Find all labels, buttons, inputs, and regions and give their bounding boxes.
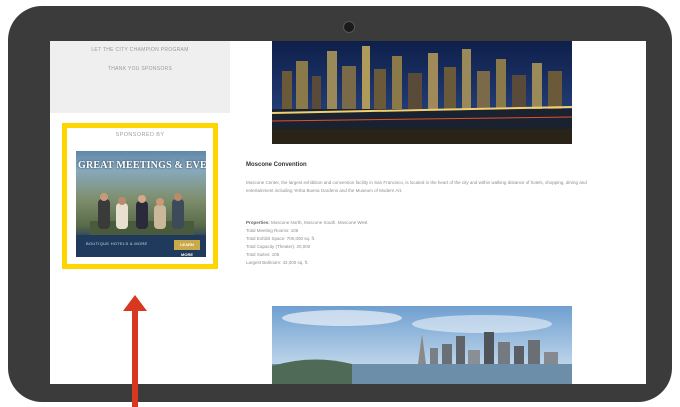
stat-exhibit-space: Total Exhibit Space: 700,000 sq. ft. — [246, 236, 316, 241]
intro-paragraph: Moscone Center, the largest exhibition a… — [246, 179, 626, 195]
tablet-frame: LET THE CITY CHAMPION PROGRAM THANK YOU … — [8, 6, 672, 402]
intro-line-2: entertainment including Yerba Buena Gard… — [246, 188, 403, 193]
properties-value: Moscone North, Moscone South, Moscone We… — [271, 220, 368, 225]
sidebar-link-program[interactable]: LET THE CITY CHAMPION PROGRAM — [80, 47, 200, 54]
ad-logo: BOUTIQUE HOTELS & MORE — [86, 241, 148, 246]
properties-line: Properties: Moscone North, Moscone South… — [246, 219, 626, 227]
sidebar-menu: LET THE CITY CHAMPION PROGRAM THANK YOU … — [50, 41, 230, 113]
arrow-up-icon — [123, 295, 147, 407]
people-photo — [90, 193, 194, 235]
stat-suites: Total Suites: 106 — [246, 252, 280, 257]
sponsor-highlight-box: SPONSORED BY GREAT MEETINGS & EVENTS — [62, 123, 218, 269]
city-skyline-night-photo — [272, 41, 572, 144]
city-skyline-day-photo — [272, 306, 572, 384]
properties-label: Properties: — [246, 220, 270, 225]
ad-title: GREAT MEETINGS & EVENTS — [78, 160, 206, 171]
details-list: Properties: Moscone North, Moscone South… — [246, 219, 626, 267]
sponsor-ad-banner[interactable]: GREAT MEETINGS & EVENTS — [76, 151, 206, 257]
page: LET THE CITY CHAMPION PROGRAM THANK YOU … — [0, 0, 680, 407]
stat-capacity: Total Capacity (Theater): 20,000 — [246, 244, 311, 249]
section-heading: Moscone Convention — [246, 162, 307, 168]
stat-meeting-rooms: Total Meeting Rooms: 106 — [246, 228, 299, 233]
sponsor-label: SPONSORED BY — [115, 132, 165, 138]
ad-learn-more-button[interactable]: LEARN MORE — [174, 240, 200, 257]
sidebar-link-sponsors[interactable]: THANK YOU SPONSORS — [80, 66, 200, 73]
stat-ballroom: Largest Ballroom: 42,000 sq. ft. — [246, 260, 309, 265]
camera-icon — [343, 21, 355, 33]
intro-line-1: Moscone Center, the largest exhibition a… — [246, 180, 587, 185]
ad-footer-bar: BOUTIQUE HOTELS & MORE LEARN MORE — [76, 235, 206, 257]
